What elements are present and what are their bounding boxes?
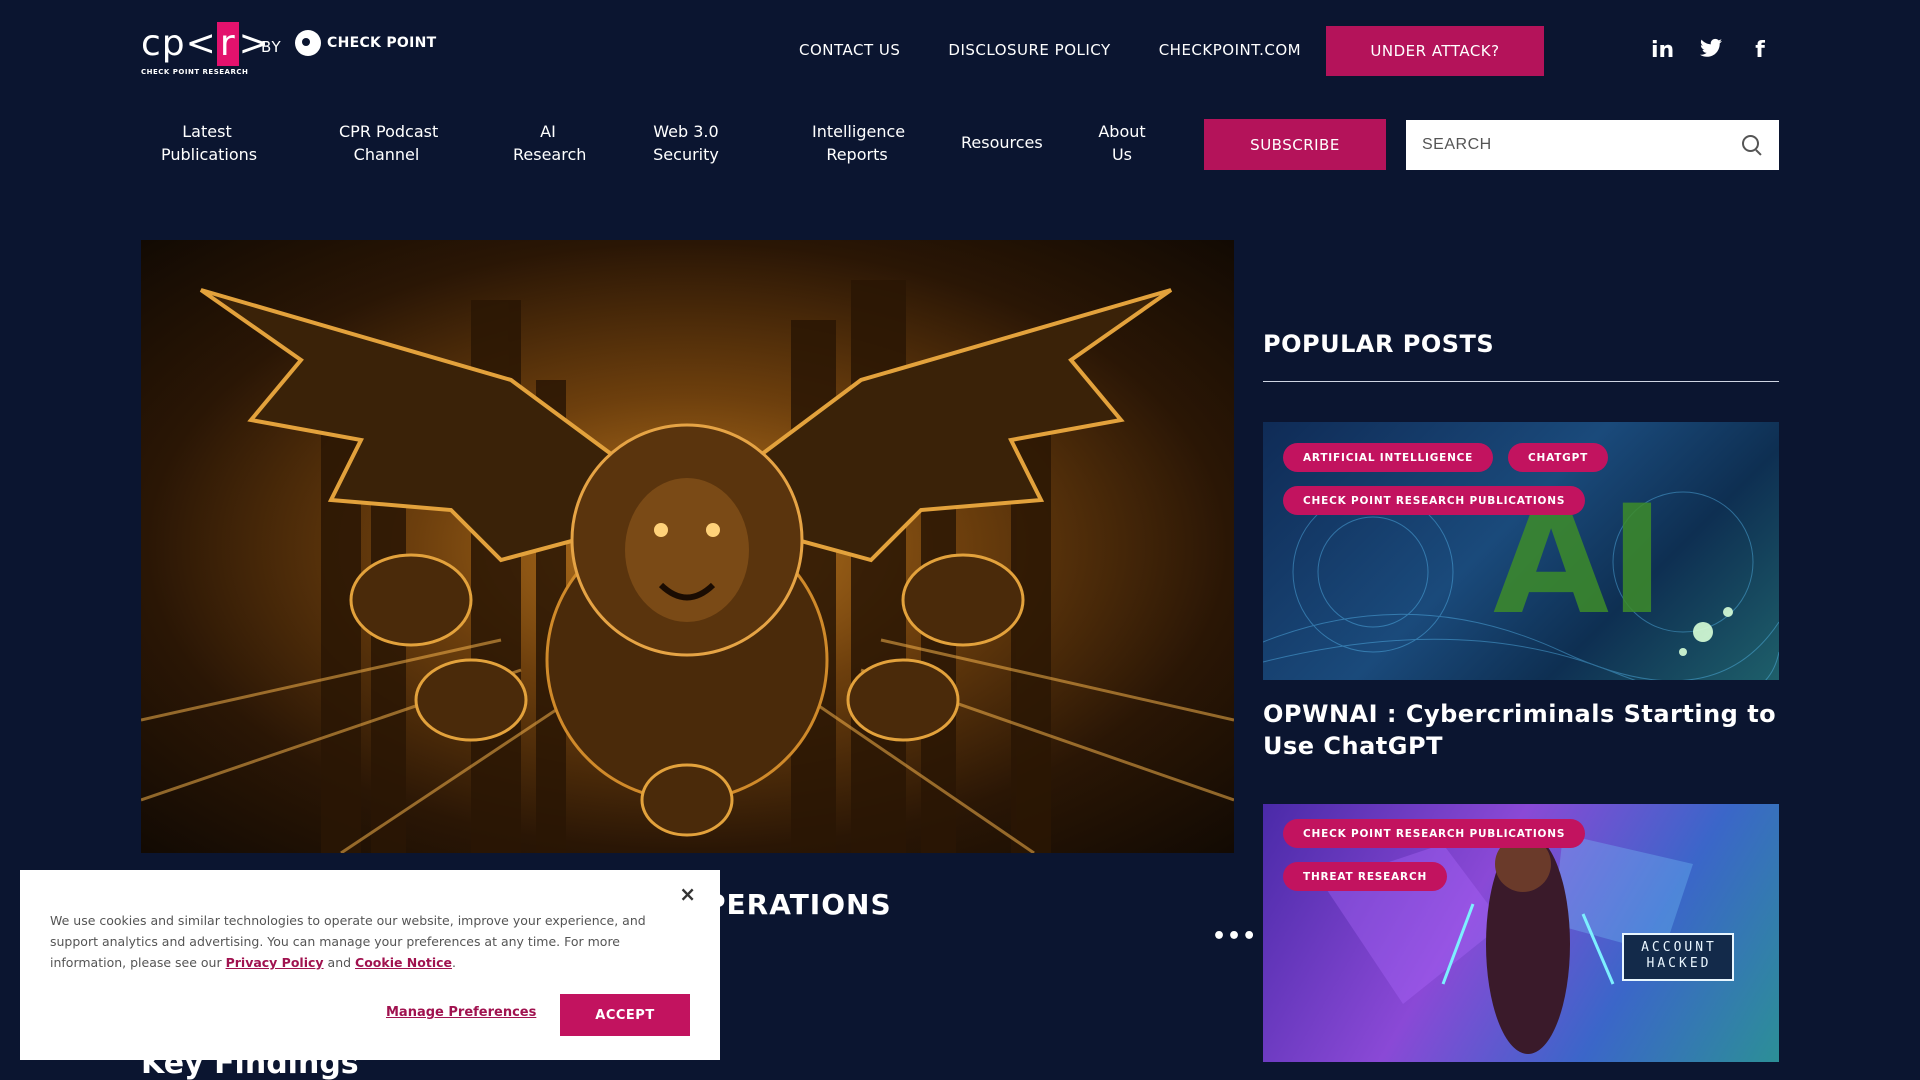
post-thumbnail[interactable]: ACCOUNT HACKED CHECK POINT RESEARCH PUBL…	[1263, 804, 1779, 1062]
privacy-policy-link[interactable]: Privacy Policy	[226, 955, 324, 970]
nav-about-us[interactable]: About Us	[1097, 120, 1147, 166]
post-thumbnail[interactable]: AI ARTIFICIAL INTELLIGENCE CHATGPT CHECK…	[1263, 422, 1779, 680]
disclosure-policy-link[interactable]: DISCLOSURE POLICY	[948, 41, 1110, 59]
search-icon[interactable]	[1741, 134, 1763, 156]
nav-label: Publications	[161, 145, 258, 164]
search-box	[1406, 120, 1779, 170]
cookie-text-period: .	[452, 955, 456, 970]
logo-mark: cp<r>	[141, 22, 270, 66]
nav-resources[interactable]: Resources	[961, 131, 1043, 154]
check-point-logo-text: CHECK POINT	[327, 35, 437, 51]
post-title[interactable]: OPWNAI : Cybercriminals Starting to Use …	[1263, 698, 1779, 762]
tag-check-point-research-publications[interactable]: CHECK POINT RESEARCH PUBLICATIONS	[1283, 486, 1586, 515]
hero-image[interactable]	[141, 240, 1234, 853]
cookie-text: We use cookies and similar technologies …	[50, 910, 680, 973]
account-hacked-overlay: ACCOUNT HACKED	[1641, 940, 1717, 971]
nav-ai-research[interactable]: AI Research	[513, 120, 587, 166]
logo-subtitle: CHECK POINT RESEARCH	[141, 68, 249, 76]
check-point-logo[interactable]: CHECK POINT	[295, 30, 437, 56]
nav-label: Security	[653, 145, 719, 164]
top-links: CONTACT US DISCLOSURE POLICY CHECKPOINT.…	[799, 41, 1301, 59]
nav-label: AI	[540, 122, 556, 141]
accept-button[interactable]: ACCEPT	[560, 994, 690, 1036]
nav-label: Intelligence	[812, 122, 906, 141]
nav-label: Us	[1111, 145, 1133, 164]
facebook-icon[interactable]: f	[1749, 38, 1771, 64]
checkpoint-com-link[interactable]: CHECKPOINT.COM	[1159, 41, 1301, 59]
cookie-notice-link[interactable]: Cookie Notice	[355, 955, 452, 970]
nav-label: Latest	[182, 122, 232, 141]
linkedin-icon[interactable]: in	[1651, 38, 1674, 64]
tag-threat-research[interactable]: THREAT RESEARCH	[1283, 862, 1448, 891]
cpr-logo[interactable]: cp<r> CHECK POINT RESEARCH	[141, 22, 270, 82]
article-title-text: PERATIONS	[705, 888, 892, 921]
tag-chatgpt[interactable]: CHATGPT	[1508, 443, 1609, 472]
tag-check-point-research-publications[interactable]: CHECK POINT RESEARCH PUBLICATIONS	[1283, 819, 1586, 848]
cookie-banner: × We use cookies and similar technologie…	[20, 870, 720, 1060]
nav-cpr-podcast-channel[interactable]: CPR Podcast Channel	[339, 120, 439, 166]
close-icon[interactable]: ×	[679, 882, 696, 906]
nav-latest-publications[interactable]: Latest Publications	[161, 120, 258, 166]
divider	[1263, 381, 1779, 382]
check-point-logo-icon	[295, 30, 321, 56]
winged-lion-illustration	[141, 280, 1234, 853]
social-links: in f	[1651, 38, 1771, 64]
search-input[interactable]	[1422, 136, 1741, 154]
nav-label: Resources	[961, 133, 1043, 152]
nav-label: About	[1098, 122, 1146, 141]
nav-web3-security[interactable]: Web 3.0 Security	[651, 120, 721, 166]
more-options-icon[interactable]: •••	[1212, 924, 1257, 949]
cookie-text-and: and	[323, 955, 356, 970]
by-label: BY	[261, 38, 282, 56]
nav-label: Reports	[826, 145, 888, 164]
nav-label: Web 3.0	[653, 122, 719, 141]
nav-label: Channel	[353, 145, 420, 164]
tag-artificial-intelligence[interactable]: ARTIFICIAL INTELLIGENCE	[1283, 443, 1494, 472]
under-attack-button[interactable]: UNDER ATTACK?	[1326, 26, 1544, 76]
nav-label: CPR Podcast	[339, 122, 439, 141]
nav-intelligence-reports[interactable]: Intelligence Reports	[812, 120, 906, 166]
nav-label: Research	[513, 145, 587, 164]
manage-preferences-link[interactable]: Manage Preferences	[386, 1005, 536, 1020]
subscribe-button[interactable]: SUBSCRIBE	[1204, 119, 1386, 170]
contact-us-link[interactable]: CONTACT US	[799, 41, 900, 59]
twitter-icon[interactable]	[1700, 38, 1722, 64]
popular-posts-title: POPULAR POSTS	[1263, 330, 1495, 358]
